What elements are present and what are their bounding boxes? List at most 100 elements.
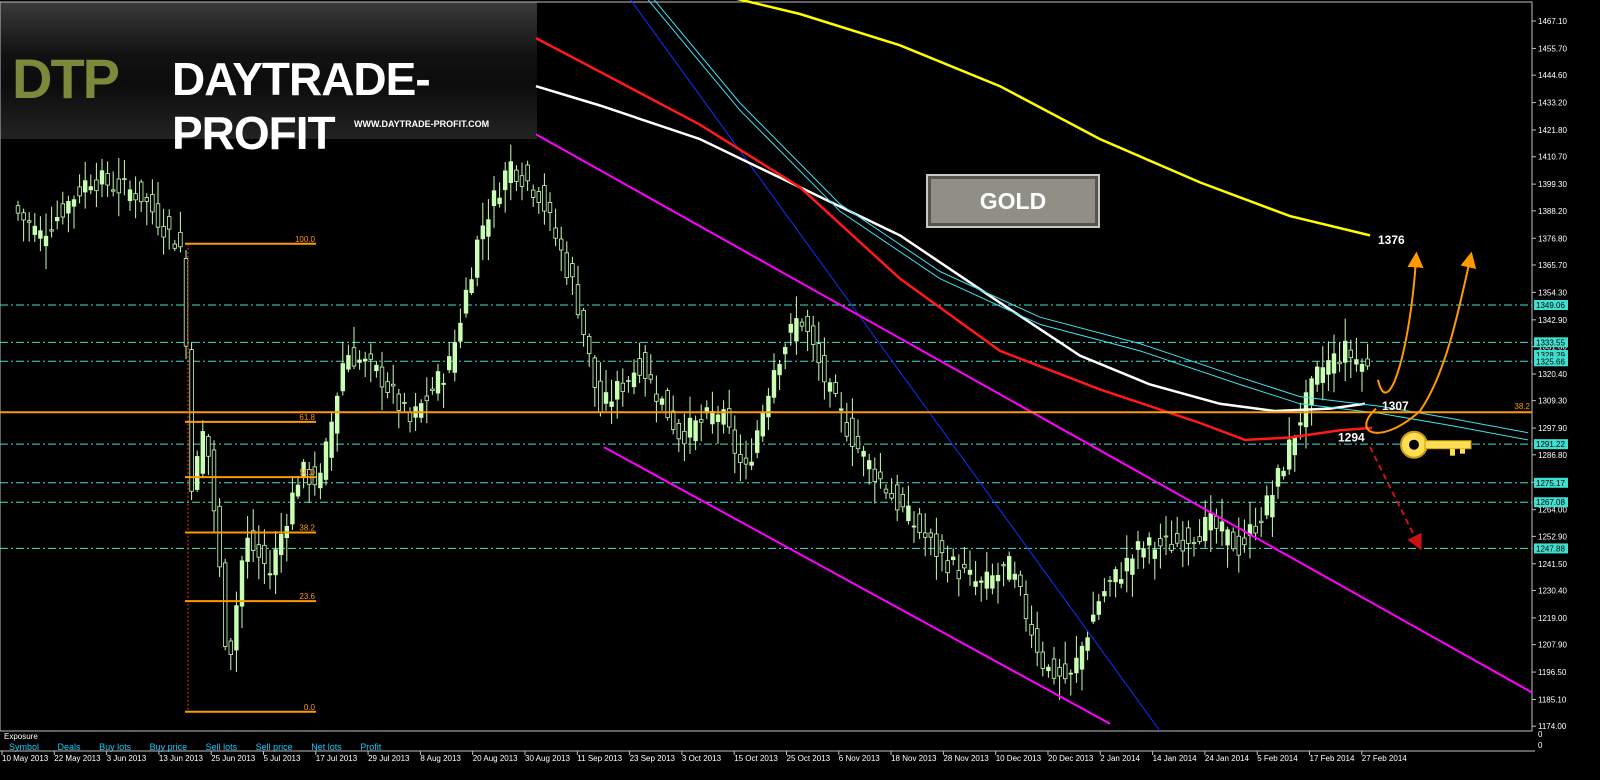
price-tag-label: 1325.66 xyxy=(1536,357,1565,366)
candle-body xyxy=(855,436,861,450)
candle-body xyxy=(833,382,838,394)
exposure-col[interactable]: Net lots xyxy=(311,742,342,752)
bearish-scenario-arrow xyxy=(1369,446,1422,551)
candle-body xyxy=(531,189,536,198)
candle-body xyxy=(542,185,547,212)
candle-body xyxy=(631,372,637,388)
y-tick-label: 1207.90 xyxy=(1538,641,1567,650)
candle-body xyxy=(794,318,799,342)
x-tick-label: 5 Jul 2013 xyxy=(264,754,301,763)
candle-body xyxy=(491,190,497,207)
exposure-col[interactable]: Sell price xyxy=(256,742,293,752)
x-tick-label: 17 Jul 2013 xyxy=(316,754,358,763)
x-tick-label: 25 Oct 2013 xyxy=(787,754,831,763)
candle-body xyxy=(1158,538,1163,547)
key-icon-shaft xyxy=(1424,440,1472,450)
candle-body xyxy=(587,336,592,355)
candle-body xyxy=(939,540,945,554)
candle-body xyxy=(1275,468,1281,487)
candle-body xyxy=(379,366,385,388)
exposure-col[interactable]: Symbol xyxy=(9,742,39,752)
candle-body xyxy=(603,392,609,404)
candle-body xyxy=(844,422,849,437)
candle-body xyxy=(172,243,177,249)
candle-body xyxy=(267,573,273,576)
candle-body xyxy=(777,363,782,376)
candle-body xyxy=(1040,651,1045,669)
candle-body xyxy=(290,492,295,525)
exposure-col[interactable]: Profit xyxy=(360,742,381,752)
candle-body xyxy=(1068,672,1073,675)
candle-body xyxy=(1343,340,1348,363)
candle-body xyxy=(827,382,833,392)
candle-body xyxy=(979,580,984,583)
candle-body xyxy=(1208,512,1213,531)
candle-body xyxy=(1001,564,1006,567)
candle-body xyxy=(1141,548,1146,558)
candle-body xyxy=(458,322,463,342)
x-tick-label: 20 Aug 2013 xyxy=(473,754,518,763)
y-tick-label: 1286.80 xyxy=(1538,451,1567,460)
candle-body xyxy=(273,549,278,576)
candle-body xyxy=(917,513,922,533)
candle-body xyxy=(374,364,379,372)
candle-body xyxy=(463,289,469,314)
candle-body xyxy=(620,382,625,392)
y-tick-label: 1230.40 xyxy=(1538,586,1567,595)
candle-body xyxy=(1035,628,1040,653)
candle-body xyxy=(1057,666,1062,677)
x-tick-label: 30 Aug 2013 xyxy=(525,754,570,763)
price-tag-label: 1267.08 xyxy=(1536,498,1565,507)
candle-body xyxy=(105,173,110,186)
y-tick-label: 1444.60 xyxy=(1538,71,1567,80)
x-tick-label: 11 Sep 2013 xyxy=(577,754,622,763)
candle-body xyxy=(990,575,995,589)
candle-body xyxy=(323,441,329,480)
candle-body xyxy=(435,371,441,394)
candle-body xyxy=(318,472,323,489)
candle-body xyxy=(788,323,793,333)
exposure-col[interactable]: Buy lots xyxy=(99,742,131,752)
y-tick-label: 1309.30 xyxy=(1538,397,1567,406)
x-tick-label: 29 Jul 2013 xyxy=(368,754,410,763)
candle-body xyxy=(144,197,149,202)
candle-body xyxy=(150,194,155,213)
white-moving-average xyxy=(535,85,1366,413)
candle-body xyxy=(1018,574,1023,587)
candle-body xyxy=(474,239,480,278)
candle-body xyxy=(1242,537,1247,546)
candle-body xyxy=(923,532,928,538)
candle-body xyxy=(1063,663,1068,680)
blue-trendline xyxy=(630,0,1161,732)
x-tick-label: 14 Jan 2014 xyxy=(1153,754,1198,763)
candle-body xyxy=(878,471,883,480)
candle-body xyxy=(239,560,245,607)
candle-body xyxy=(643,352,648,379)
candle-body xyxy=(766,395,771,418)
candle-body xyxy=(111,189,116,192)
candle-body xyxy=(362,358,368,362)
exposure-col[interactable]: Deals xyxy=(58,742,81,752)
candle-body xyxy=(1354,359,1359,365)
candle-body xyxy=(743,457,749,465)
exposure-col[interactable]: Sell lots xyxy=(206,742,238,752)
candle-body xyxy=(245,537,250,562)
candle-body xyxy=(127,189,133,202)
y-tick-label: 0 xyxy=(1538,730,1543,739)
exposure-col[interactable]: Buy price xyxy=(150,742,188,752)
candle-body xyxy=(783,347,788,355)
fib-level-label: 100.0 xyxy=(295,235,316,244)
candle-body xyxy=(995,574,1001,582)
candle-body xyxy=(1365,358,1370,367)
candle-body xyxy=(1203,517,1208,542)
plot-frame xyxy=(0,1,1533,732)
candle-body xyxy=(1315,366,1320,385)
candle-body xyxy=(211,449,217,512)
price-chart[interactable]: 1467.10 1455.70 1444.60 1433.20 1421.80 1410.… xyxy=(0,0,1600,780)
candle-body xyxy=(1180,539,1185,552)
y-tick-label: 1421.80 xyxy=(1538,126,1567,135)
candle-body xyxy=(559,238,564,251)
x-tick-label: 3 Jun 2013 xyxy=(107,754,147,763)
fib-level-label: 38.2 xyxy=(299,524,315,533)
x-tick-label: 10 Dec 2013 xyxy=(996,754,1042,763)
